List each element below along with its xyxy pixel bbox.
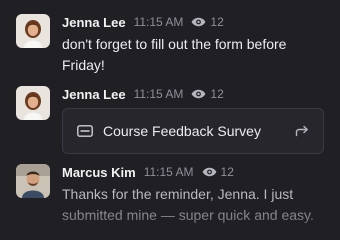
message-body: Marcus Kim 11:15 AM 12 Thanks for the re… <box>62 164 324 226</box>
avatar-jenna-lee[interactable] <box>16 14 50 48</box>
avatar-marcus-kim[interactable] <box>16 164 50 198</box>
message-body: Jenna Lee 11:15 AM 12 don't forget to fi… <box>62 14 324 76</box>
chat-thread: Jenna Lee 11:15 AM 12 don't forget to fi… <box>0 0 340 240</box>
attachment-title: Course Feedback Survey <box>103 123 261 139</box>
author-name[interactable]: Marcus Kim <box>62 165 136 180</box>
eye-icon <box>202 167 216 177</box>
message-text: don't forget to fill out the form before… <box>62 36 287 73</box>
view-count-value: 12 <box>210 15 224 29</box>
message-body: Jenna Lee 11:15 AM 12 Course Feedback Su… <box>62 86 324 154</box>
timestamp: 11:15 AM <box>133 87 184 101</box>
share-arrow-icon[interactable] <box>295 125 309 137</box>
message-meta: Jenna Lee 11:15 AM 12 <box>62 14 324 30</box>
avatar-jenna-lee[interactable] <box>16 86 50 120</box>
message-meta: Jenna Lee 11:15 AM 12 <box>62 86 324 102</box>
author-name[interactable]: Jenna Lee <box>62 87 126 102</box>
eye-icon <box>192 17 206 27</box>
message-meta: Marcus Kim 11:15 AM 12 <box>62 164 324 180</box>
author-name[interactable]: Jenna Lee <box>62 15 126 30</box>
view-count: 12 <box>202 165 234 179</box>
message-text: Thanks for the reminder, Jenna. I just s… <box>62 186 314 223</box>
view-count: 12 <box>191 87 224 101</box>
view-count-value: 12 <box>220 165 234 179</box>
view-count-value: 12 <box>210 87 224 101</box>
attachment-card[interactable]: Course Feedback Survey <box>62 108 324 154</box>
eye-icon <box>192 89 206 99</box>
timestamp: 11:15 AM <box>133 15 184 29</box>
form-icon <box>77 125 93 137</box>
view-count: 12 <box>191 15 224 29</box>
timestamp: 11:15 AM <box>143 165 194 179</box>
